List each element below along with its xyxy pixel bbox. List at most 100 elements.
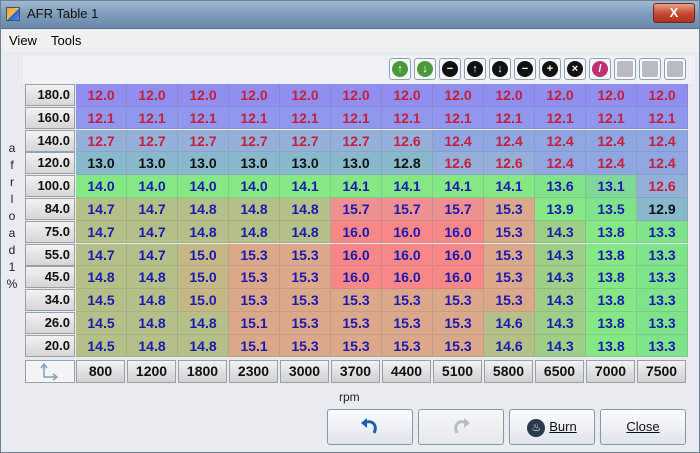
table-cell[interactable]: 14.8 (127, 266, 178, 289)
table-cell[interactable]: 15.0 (178, 266, 229, 289)
table-cell[interactable]: 12.7 (280, 129, 331, 153)
table-cell[interactable]: 12.7 (127, 129, 178, 153)
table-cell[interactable]: 12.8 (382, 152, 433, 175)
table-cell[interactable]: 12.4 (637, 129, 688, 153)
table-cell[interactable]: 14.1 (382, 175, 433, 198)
table-cell[interactable]: 12.9 (637, 198, 688, 221)
table-cell[interactable]: 14.8 (229, 198, 280, 221)
row-header[interactable]: 75.0 (25, 220, 75, 243)
table-cell[interactable]: 14.7 (76, 198, 127, 221)
burn-button[interactable]: ♨ Burn (509, 409, 595, 445)
table-cell[interactable]: 14.8 (178, 220, 229, 244)
table-cell[interactable]: 14.7 (76, 220, 127, 244)
table-cell[interactable]: 15.3 (433, 289, 484, 312)
table-cell[interactable]: 15.3 (382, 289, 433, 312)
row-header[interactable]: 160.0 (25, 106, 75, 129)
table-cell[interactable]: 15.3 (331, 289, 382, 312)
table-cell[interactable]: 14.3 (535, 243, 586, 267)
table-cell[interactable]: 12.0 (331, 84, 382, 107)
title-bar[interactable]: AFR Table 1 X (1, 1, 699, 29)
column-header[interactable]: 800 (76, 360, 125, 383)
table-cell[interactable]: 14.6 (484, 334, 535, 358)
table-cell[interactable]: 14.7 (127, 243, 178, 267)
column-header[interactable]: 3700 (331, 360, 380, 383)
toolbar-button-arrow-down[interactable]: ↓ (489, 58, 511, 80)
row-header[interactable]: 26.0 (25, 312, 75, 334)
table-cell[interactable]: 13.8 (586, 334, 637, 358)
row-header[interactable]: 45.0 (25, 266, 75, 289)
column-header[interactable]: 1800 (178, 360, 227, 383)
table-cell[interactable]: 15.3 (280, 243, 331, 267)
table-cell[interactable]: 14.3 (535, 220, 586, 244)
toolbar-button-rows[interactable] (614, 58, 636, 80)
table-cell[interactable]: 13.0 (178, 152, 229, 175)
table-cell[interactable]: 13.3 (637, 220, 688, 244)
table-cell[interactable]: 15.1 (229, 334, 280, 358)
row-header[interactable]: 20.0 (25, 334, 75, 357)
table-cell[interactable]: 13.3 (637, 312, 688, 335)
table-cell[interactable]: 14.1 (280, 175, 331, 198)
table-cell[interactable]: 12.0 (535, 84, 586, 107)
table-cell[interactable]: 15.3 (280, 266, 331, 289)
close-button[interactable]: Close (600, 409, 686, 445)
table-cell[interactable]: 14.1 (484, 175, 535, 198)
table-cell[interactable]: 16.0 (331, 266, 382, 289)
table-cell[interactable]: 16.0 (331, 220, 382, 244)
toolbar-button-grid[interactable] (664, 58, 686, 80)
row-header[interactable]: 55.0 (25, 243, 75, 266)
column-header[interactable]: 4400 (382, 360, 431, 383)
table-cell[interactable]: 14.1 (331, 175, 382, 198)
table-cell[interactable]: 12.6 (382, 129, 433, 153)
table-cell[interactable]: 12.1 (331, 106, 382, 130)
table-cell[interactable]: 14.8 (127, 312, 178, 335)
table-cell[interactable]: 14.3 (535, 334, 586, 358)
table-cell[interactable]: 15.1 (229, 312, 280, 335)
table-cell[interactable]: 13.8 (586, 266, 637, 289)
table-cell[interactable]: 14.5 (76, 289, 127, 312)
table-cell[interactable]: 13.9 (535, 198, 586, 221)
table-cell[interactable]: 12.1 (76, 106, 127, 130)
menu-view[interactable]: View (9, 33, 37, 48)
table-cell[interactable]: 14.0 (178, 175, 229, 198)
toolbar-button-green-arrow-down[interactable]: ↓ (414, 58, 436, 80)
table-cell[interactable]: 15.3 (280, 289, 331, 312)
table-cell[interactable]: 13.5 (586, 198, 637, 221)
window-close-button[interactable]: X (653, 3, 695, 23)
table-cell[interactable]: 13.8 (586, 243, 637, 267)
toolbar-button-plus[interactable]: + (539, 58, 561, 80)
table-cell[interactable]: 13.1 (586, 175, 637, 198)
table-cell[interactable]: 12.0 (484, 84, 535, 107)
table-cell[interactable]: 13.8 (586, 312, 637, 335)
table-cell[interactable]: 15.3 (433, 312, 484, 335)
table-cell[interactable]: 12.0 (178, 84, 229, 107)
table-cell[interactable]: 13.8 (586, 289, 637, 312)
table-cell[interactable]: 14.7 (76, 243, 127, 267)
table-cell[interactable]: 14.8 (127, 289, 178, 312)
row-header[interactable]: 84.0 (25, 198, 75, 220)
table-cell[interactable]: 15.3 (229, 266, 280, 289)
table-cell[interactable]: 16.0 (433, 243, 484, 267)
row-header[interactable]: 34.0 (25, 289, 75, 312)
toolbar-button-pencil[interactable]: / (589, 58, 611, 80)
table-cell[interactable]: 13.3 (637, 289, 688, 312)
table-cell[interactable]: 12.0 (433, 84, 484, 107)
table-cell[interactable]: 15.3 (382, 334, 433, 358)
undo-button[interactable] (327, 409, 413, 445)
table-cell[interactable]: 12.6 (433, 152, 484, 175)
row-header[interactable]: 140.0 (25, 129, 75, 152)
table-cell[interactable]: 15.3 (484, 220, 535, 244)
table-cell[interactable]: 14.8 (76, 266, 127, 289)
table-cell[interactable]: 12.1 (484, 106, 535, 130)
table-cell[interactable]: 14.8 (178, 312, 229, 335)
table-cell[interactable]: 14.3 (535, 289, 586, 312)
table-cell[interactable]: 12.4 (535, 152, 586, 175)
table-corner-swap-axes[interactable] (25, 360, 75, 383)
table-cell[interactable]: 14.7 (127, 198, 178, 221)
table-cell[interactable]: 15.0 (178, 243, 229, 267)
table-cell[interactable]: 15.3 (331, 334, 382, 358)
row-header[interactable]: 100.0 (25, 175, 75, 198)
table-cell[interactable]: 12.4 (433, 129, 484, 153)
table-cell[interactable]: 15.3 (484, 198, 535, 221)
table-cell[interactable]: 15.3 (484, 266, 535, 289)
table-cell[interactable]: 13.3 (637, 334, 688, 358)
